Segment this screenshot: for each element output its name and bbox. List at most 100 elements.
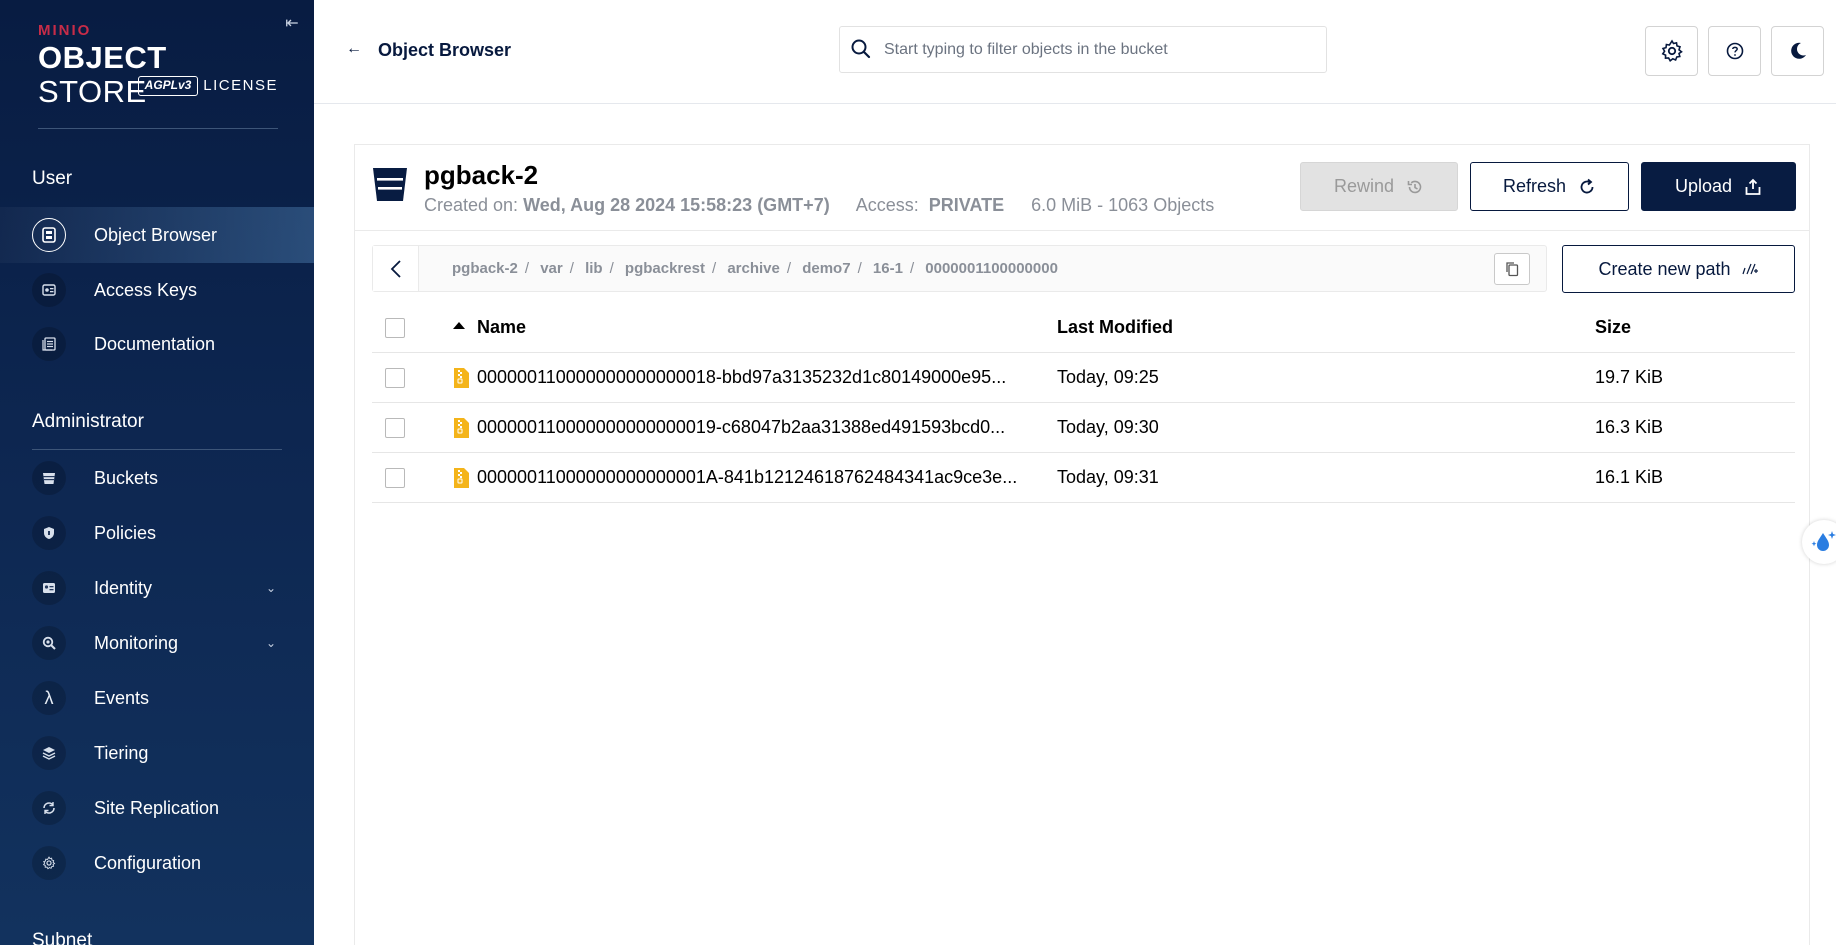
help-icon — [1726, 42, 1743, 60]
bucket-panel: pgback-2 Created on: Wed, Aug 28 2024 15… — [354, 144, 1810, 945]
breadcrumb-segment-current: 0000001100000000 — [925, 260, 1058, 277]
row-checkbox[interactable] — [385, 418, 405, 438]
copy-icon — [1506, 262, 1519, 277]
refresh-icon — [1580, 178, 1594, 193]
lambda-icon: λ — [32, 681, 66, 715]
object-last-modified: Today, 09:31 — [1057, 467, 1159, 487]
sidebar-item-object-browser[interactable]: Object Browser — [0, 207, 314, 263]
section-title-subnet: Subnet — [32, 930, 93, 945]
sidebar-item-label: Object Browser — [94, 224, 218, 245]
sidebar-item-label: Policies — [94, 522, 157, 543]
chevron-down-icon[interactable]: ⌄ — [266, 636, 276, 650]
sort-ascending-icon[interactable] — [453, 322, 465, 329]
objects-table: Name Last Modified Size 0000001100000000… — [372, 303, 1795, 503]
sidebar-item-buckets[interactable]: Buckets — [0, 450, 314, 506]
tiering-icon — [32, 736, 66, 770]
breadcrumb-segment[interactable]: demo7 — [802, 260, 850, 277]
search-box[interactable] — [839, 26, 1327, 73]
object-name: 000000110000000000000019-c68047b2aa31388… — [477, 417, 1006, 437]
table-header-row: Name Last Modified Size — [372, 303, 1795, 353]
breadcrumb-segment[interactable]: 16-1 — [873, 260, 903, 277]
created-value: Wed, Aug 28 2024 15:58:23 (GMT+7) — [523, 195, 830, 215]
collapse-sidebar-icon[interactable]: ⇤ — [282, 14, 302, 34]
bucket-meta: Created on: Wed, Aug 28 2024 15:58:23 (G… — [424, 195, 1214, 216]
archive-file-icon — [454, 468, 469, 488]
table-row[interactable]: 000000110000000000000018-bbd97a3135232d1… — [372, 353, 1795, 403]
sidebar-item-configuration[interactable]: Configuration — [0, 835, 314, 891]
sidebar: ⇤ MINIO OBJECT STORE AGPLv3 LICENSE User… — [0, 0, 314, 945]
breadcrumb-segment[interactable]: var — [540, 260, 563, 277]
column-header-size[interactable]: Size — [1595, 317, 1631, 338]
copy-path-button[interactable] — [1494, 253, 1530, 285]
settings-button[interactable] — [1645, 26, 1698, 76]
logo-license-text: LICENSE — [203, 77, 278, 94]
created-label: Created on: — [424, 195, 519, 215]
bucket-icon — [373, 168, 407, 201]
select-all-checkbox[interactable] — [385, 318, 405, 338]
bucket-name: pgback-2 — [424, 160, 539, 190]
gear-icon — [32, 846, 66, 880]
sidebar-item-label: Events — [94, 687, 150, 708]
breadcrumb-segment[interactable]: pgback-2 — [452, 260, 518, 277]
minio-logo: MINIO OBJECT STORE AGPLv3 LICENSE — [38, 22, 278, 109]
chevron-left-icon — [390, 259, 401, 278]
sidebar-item-label: Buckets — [94, 467, 159, 488]
sidebar-item-label: Site Replication — [94, 797, 220, 818]
moon-icon — [1790, 42, 1806, 59]
upload-button[interactable]: Upload — [1641, 162, 1796, 211]
page-title: Object Browser — [378, 40, 512, 60]
sidebar-item-identity[interactable]: Identity ⌄ — [0, 560, 314, 616]
help-button[interactable] — [1708, 26, 1761, 76]
create-new-path-button[interactable]: Create new path — [1562, 245, 1795, 293]
search-input[interactable] — [884, 37, 1314, 63]
search-icon — [851, 39, 871, 59]
breadcrumb-segment[interactable]: lib — [585, 260, 603, 277]
archive-file-icon — [454, 368, 469, 388]
sidebar-item-label: Tiering — [94, 742, 149, 763]
bucket-usage: 6.0 MiB - 1063 Objects — [1031, 195, 1215, 215]
refresh-button[interactable]: Refresh — [1470, 162, 1629, 211]
row-checkbox[interactable] — [385, 368, 405, 388]
sidebar-item-label: Documentation — [94, 333, 216, 354]
column-header-name[interactable]: Name — [477, 317, 526, 338]
sidebar-item-site-replication[interactable]: Site Replication — [0, 780, 314, 836]
object-last-modified: Today, 09:25 — [1057, 367, 1159, 387]
sidebar-item-tiering[interactable]: Tiering — [0, 725, 314, 781]
upload-icon — [1745, 178, 1761, 195]
breadcrumb-segment[interactable]: pgbackrest — [625, 260, 705, 277]
object-size: 16.1 KiB — [1595, 467, 1664, 487]
column-header-last-modified[interactable]: Last Modified — [1057, 317, 1173, 338]
breadcrumb: pgback-2/ var / lib / pgbackrest / archive /… — [372, 245, 1547, 292]
sidebar-item-access-keys[interactable]: Access Keys — [0, 262, 314, 318]
sidebar-item-monitoring[interactable]: Monitoring ⌄ — [0, 615, 314, 671]
rewind-button[interactable]: Rewind — [1300, 162, 1458, 211]
sidebar-item-documentation[interactable]: Documentation — [0, 316, 314, 372]
row-checkbox[interactable] — [385, 468, 405, 488]
archive-file-icon — [454, 418, 469, 438]
sidebar-item-policies[interactable]: Policies — [0, 505, 314, 561]
breadcrumb-back-button[interactable] — [373, 246, 419, 291]
dark-mode-button[interactable] — [1771, 26, 1824, 76]
back-arrow-icon[interactable]: ← — [346, 40, 362, 58]
rewind-label: Rewind — [1333, 176, 1395, 196]
bucket-icon — [32, 461, 66, 495]
sidebar-item-events[interactable]: λ Events — [0, 670, 314, 726]
object-name: 00000011000000000000001A-841b12124618762… — [477, 467, 1018, 487]
page-header: ← Object Browser — [314, 0, 1836, 104]
table-row[interactable]: 00000011000000000000001A-841b12124618762… — [372, 453, 1795, 503]
gear-icon — [1661, 39, 1683, 62]
replication-icon — [32, 791, 66, 825]
table-row[interactable]: 000000110000000000000019-c68047b2aa31388… — [372, 403, 1795, 453]
monitoring-icon — [32, 626, 66, 660]
access-keys-icon — [32, 273, 66, 307]
logo-product-bold: OBJECT — [38, 40, 167, 75]
breadcrumb-segment[interactable]: archive — [727, 260, 780, 277]
object-name: 000000110000000000000018-bbd97a3135232d1… — [477, 367, 1007, 387]
logo-product-thin: STORE — [38, 74, 147, 109]
sidebar-item-label: Identity — [94, 577, 153, 598]
chevron-down-icon[interactable]: ⌄ — [266, 581, 276, 595]
documentation-icon — [32, 327, 66, 361]
new-path-icon — [1741, 263, 1758, 275]
create-new-path-label: Create new path — [1598, 258, 1731, 279]
identity-icon — [32, 571, 66, 605]
